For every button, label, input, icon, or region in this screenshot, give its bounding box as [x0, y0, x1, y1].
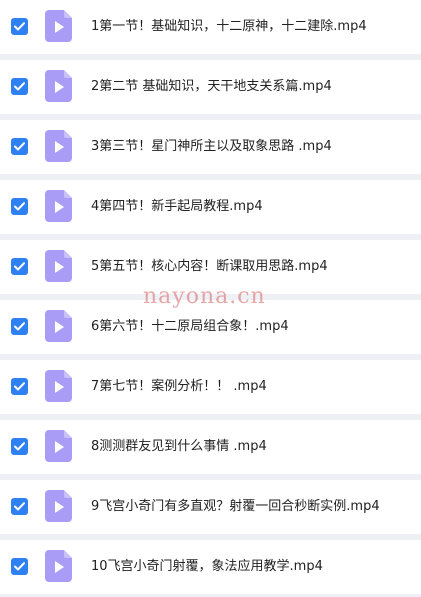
file-row[interactable]: 7第七节！案例分析！！ .mp4 [0, 360, 421, 414]
file-name: 1第一节！基础知识，十二原神，十二建除.mp4 [91, 19, 367, 34]
video-file-icon [45, 430, 72, 462]
checkbox-checked-icon[interactable] [11, 438, 28, 455]
file-row[interactable]: 10飞宫小奇门射覆，象法应用教学.mp4 [0, 540, 421, 594]
file-row[interactable]: 9飞宫小奇门有多直观？射覆一回合秒断实例.mp4 [0, 480, 421, 534]
video-file-icon [45, 10, 72, 42]
video-file-icon [45, 490, 72, 522]
file-row[interactable]: 8测测群友见到什么事情 .mp4 [0, 420, 421, 474]
checkbox-checked-icon[interactable] [11, 138, 28, 155]
file-row[interactable]: 3第三节！星门神所主以及取象思路 .mp4 [0, 120, 421, 174]
checkbox-checked-icon[interactable] [11, 558, 28, 575]
file-name: 8测测群友见到什么事情 .mp4 [91, 439, 267, 454]
file-name: 2第二节 基础知识，天干地支关系篇.mp4 [91, 79, 332, 94]
checkbox-checked-icon[interactable] [11, 318, 28, 335]
file-row[interactable]: 4第四节！新手起局教程.mp4 [0, 180, 421, 234]
video-file-icon [45, 130, 72, 162]
video-file-icon [45, 550, 72, 582]
file-name: 3第三节！星门神所主以及取象思路 .mp4 [91, 139, 332, 154]
file-name: 9飞宫小奇门有多直观？射覆一回合秒断实例.mp4 [91, 499, 380, 514]
watermark: nayona.cn [143, 284, 266, 309]
video-file-icon [45, 250, 72, 282]
video-file-icon [45, 370, 72, 402]
file-row[interactable]: 1第一节！基础知识，十二原神，十二建除.mp4 [0, 0, 421, 54]
checkbox-checked-icon[interactable] [11, 78, 28, 95]
checkbox-checked-icon[interactable] [11, 378, 28, 395]
file-name: 4第四节！新手起局教程.mp4 [91, 199, 263, 214]
video-file-icon [45, 190, 72, 222]
video-file-icon [45, 70, 72, 102]
file-row[interactable]: 2第二节 基础知识，天干地支关系篇.mp4 [0, 60, 421, 114]
checkbox-checked-icon[interactable] [11, 18, 28, 35]
checkbox-checked-icon[interactable] [11, 258, 28, 275]
file-name: 7第七节！案例分析！！ .mp4 [91, 379, 267, 394]
checkbox-checked-icon[interactable] [11, 198, 28, 215]
checkbox-checked-icon[interactable] [11, 498, 28, 515]
video-file-icon [45, 310, 72, 342]
file-name: 10飞宫小奇门射覆，象法应用教学.mp4 [91, 559, 323, 574]
